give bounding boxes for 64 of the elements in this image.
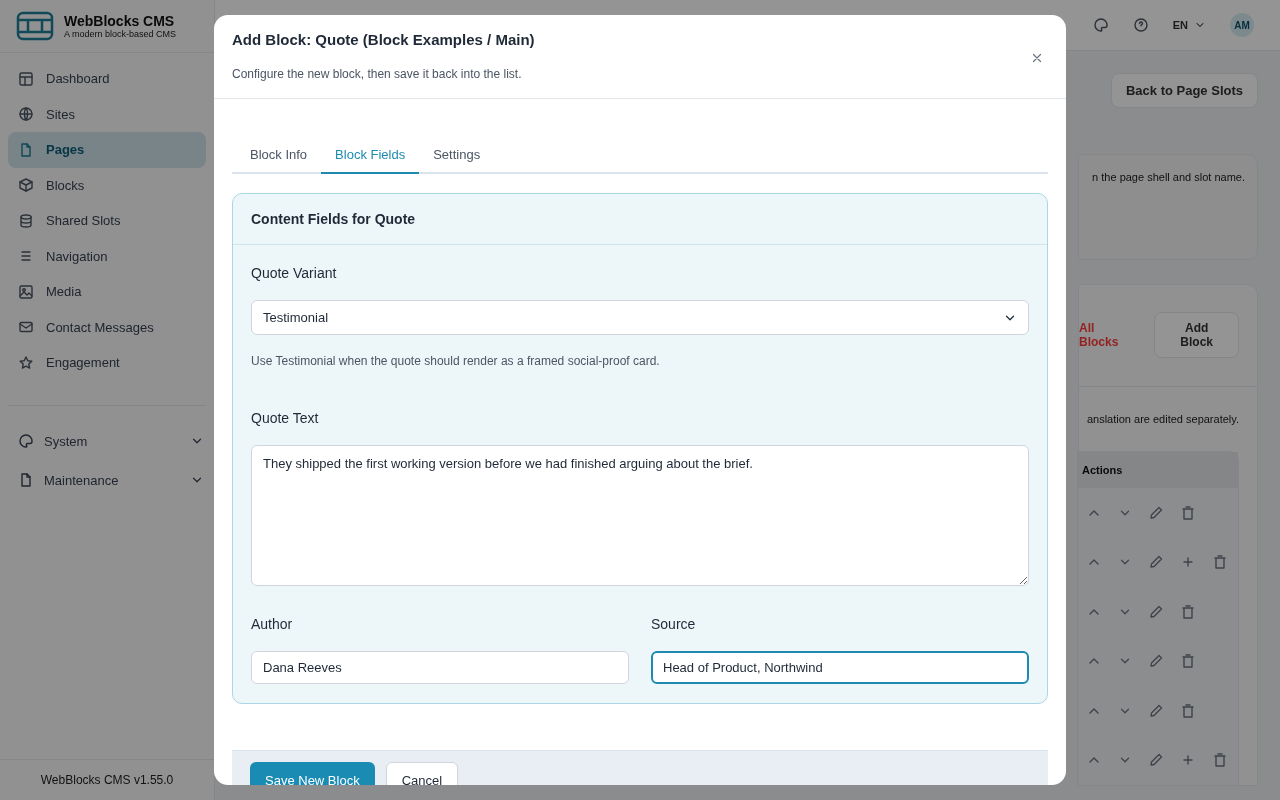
trash-icon: [1180, 702, 1196, 719]
logo-icon: [16, 11, 54, 41]
trash-icon: [1180, 653, 1196, 670]
version-text: WebBlocks CMS v1.55.0: [40, 773, 174, 787]
file-icon: [18, 472, 34, 488]
pencil-icon: [1148, 653, 1164, 670]
sidebar-item[interactable]: Contact Messages: [8, 309, 206, 345]
sidebar-item[interactable]: Media: [8, 274, 206, 310]
pencil-icon: [1148, 702, 1164, 719]
user-avatar[interactable]: AM: [1230, 13, 1254, 37]
delete-link[interactable]: All Blocks: [1079, 321, 1133, 349]
tab[interactable]: Block Fields: [321, 143, 420, 174]
select-field[interactable]: Testimonial: [251, 300, 1029, 335]
trash-icon: [1212, 752, 1228, 769]
back-button[interactable]: Back to Page Slots: [1110, 73, 1258, 108]
cancel-button[interactable]: Cancel: [385, 762, 459, 785]
close-icon: [1030, 51, 1044, 65]
modal-subtitle: Configure the new block, then save it back into the list.: [232, 67, 523, 81]
globe-icon: [18, 106, 34, 123]
app-tagline: A modern block-based CMS: [64, 29, 177, 39]
star-icon: [18, 354, 34, 371]
panel-title: Content Fields for Quote: [251, 211, 416, 227]
column-header: Actions: [1082, 464, 1123, 476]
field-label: Quote Text: [251, 410, 320, 426]
tab[interactable]: Settings: [419, 143, 495, 174]
language-selector[interactable]: EN: [1172, 19, 1206, 31]
tab[interactable]: Block Info: [236, 143, 322, 174]
input-field[interactable]: Head of Product, Northwind: [651, 651, 1029, 684]
sidebar-item[interactable]: Navigation: [8, 238, 206, 274]
palette-icon: [1092, 17, 1109, 33]
add-block-button[interactable]: Add Block: [1154, 312, 1239, 358]
note-text: anslation are edited separately.: [1086, 412, 1240, 427]
file-icon: [18, 141, 34, 158]
sidebar-item[interactable]: Engagement: [8, 345, 206, 381]
pencil-icon: [1148, 504, 1164, 521]
sidebar-item[interactable]: Blocks: [8, 167, 206, 203]
field-label: Quote Variant: [251, 265, 338, 281]
input-field[interactable]: Dana Reeves: [251, 651, 629, 684]
database-icon: [18, 212, 34, 229]
app-name: WebBlocks CMS: [64, 13, 176, 29]
dashboard-icon: [18, 70, 34, 87]
help-text: Use Testimonial when the quote should render as a framed social-proof card.: [251, 354, 661, 368]
help-icon: [1132, 17, 1149, 33]
sidebar-group[interactable]: Maintenance: [0, 460, 214, 500]
sidebar-item[interactable]: Dashboard: [8, 61, 206, 97]
cube-icon: [18, 177, 34, 194]
intro-text: n the page shell and slot name.: [1092, 170, 1246, 183]
modal-title: Add Block: Quote (Block Examples / Main): [232, 31, 536, 48]
field-label: Source: [651, 616, 697, 632]
text-area[interactable]: They shipped the first working version before we had finished arguing about the brief.: [251, 445, 1029, 586]
save-button[interactable]: Save New Block: [250, 762, 375, 785]
pencil-icon: [1148, 603, 1164, 620]
palette-icon: [18, 433, 34, 449]
image-icon: [18, 283, 34, 300]
sidebar-item[interactable]: Sites: [8, 96, 206, 132]
sidebar-item[interactable]: Pages: [8, 132, 206, 168]
trash-icon: [1212, 554, 1228, 571]
sidebar-group[interactable]: System: [0, 421, 214, 461]
pencil-icon: [1148, 554, 1164, 571]
sidebar-item[interactable]: Shared Slots: [8, 203, 206, 239]
field-label: Author: [251, 616, 294, 632]
trash-icon: [1180, 504, 1196, 521]
trash-icon: [1180, 603, 1196, 620]
pencil-icon: [1148, 752, 1164, 769]
